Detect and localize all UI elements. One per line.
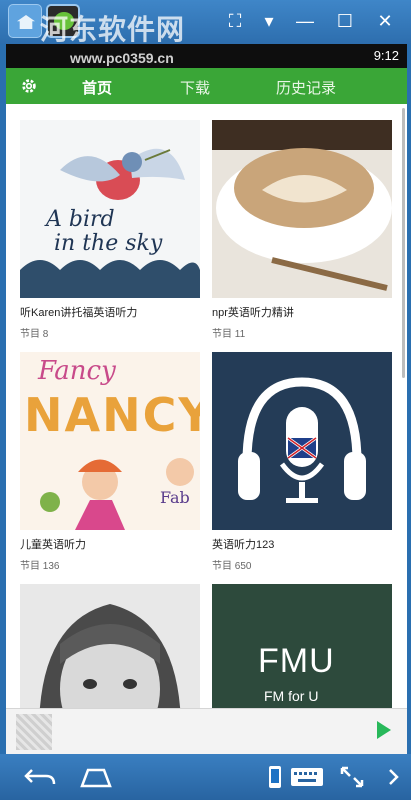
album-title: 英语听力123 [212,539,275,551]
close-icon[interactable]: ✕ [372,8,398,34]
cover-text-line: FMU [258,642,335,680]
home-icon[interactable] [78,764,114,790]
play-icon[interactable] [377,721,391,739]
now-playing-thumbnail[interactable] [16,714,52,750]
watermark-logo: 河东软件网 [40,13,186,46]
emulator-home-tab-icon[interactable] [8,4,42,38]
scrollbar[interactable] [402,108,405,378]
tab-history[interactable]: 历史记录 [276,77,336,98]
album-cover-fmu[interactable]: FMU FM for U [212,584,392,708]
cover-text-line: Fab [160,488,190,507]
album-title: npr英语听力精讲 [212,307,294,319]
mini-player [6,708,407,754]
cover-text-line: in the sky [54,231,163,256]
tab-download[interactable]: 下载 [180,77,210,98]
album-title: 听Karen讲托福英语听力 [20,307,138,319]
cover-text-line: FM for U [264,688,319,704]
emulator-titlebar: 河东软件网 ⛶ ▾ — ☐ ✕ [0,0,411,46]
album-card-kids[interactable]: Fancy NANCY Fab 儿童英语听力 节目 136 [20,352,200,572]
minimize-icon[interactable]: — [292,8,318,34]
back-icon[interactable] [22,764,58,790]
tab-home[interactable]: 首页 [82,77,112,98]
keyboard-icon[interactable] [290,764,324,790]
settings-gear-icon[interactable] [20,77,38,95]
maximize-icon[interactable]: ☐ [332,8,358,34]
album-cover-headphones[interactable] [212,352,392,530]
album-card-fmu[interactable]: FMU FM for U [212,584,392,708]
album-card-123[interactable]: 英语听力123 节目 650 [212,352,392,572]
album-episode-count: 节目 11 [212,329,246,340]
cover-text-line: A bird [46,207,115,232]
status-time: 9:12 [373,48,399,63]
album-cover-child[interactable] [20,584,200,708]
album-card-karen-toefl[interactable]: A bird in the sky 听Karen讲托福英语听力 节目 8 [20,120,200,340]
fullscreen-icon[interactable]: ⛶ [222,8,248,34]
phone-icon[interactable] [266,764,284,790]
menu-dropdown-icon[interactable]: ▾ [256,8,282,34]
album-title: 儿童英语听力 [20,539,86,551]
android-status-bar: 9:12 [6,44,407,68]
resize-screen-icon[interactable] [338,764,366,790]
app-toolbar: 首页 下载 历史记录 [6,68,407,104]
album-card-child-portrait[interactable] [20,584,200,708]
album-episode-count: 节目 650 [212,561,252,572]
album-card-npr[interactable]: npr英语听力精讲 节目 11 [212,120,392,340]
album-grid: A bird in the sky 听Karen讲托福英语听力 节目 8 npr… [6,104,407,708]
album-episode-count: 节目 136 [20,561,60,572]
chevron-right-icon[interactable] [386,764,402,790]
album-episode-count: 节目 8 [20,329,49,340]
emulator-bottom-bar [0,754,411,800]
watermark-url: www.pc0359.cn [70,50,174,66]
album-cover-bird[interactable]: A bird in the sky [20,120,200,298]
album-cover-fancy-nancy[interactable]: Fancy NANCY Fab [20,352,200,530]
album-cover-coffee[interactable] [212,120,392,298]
